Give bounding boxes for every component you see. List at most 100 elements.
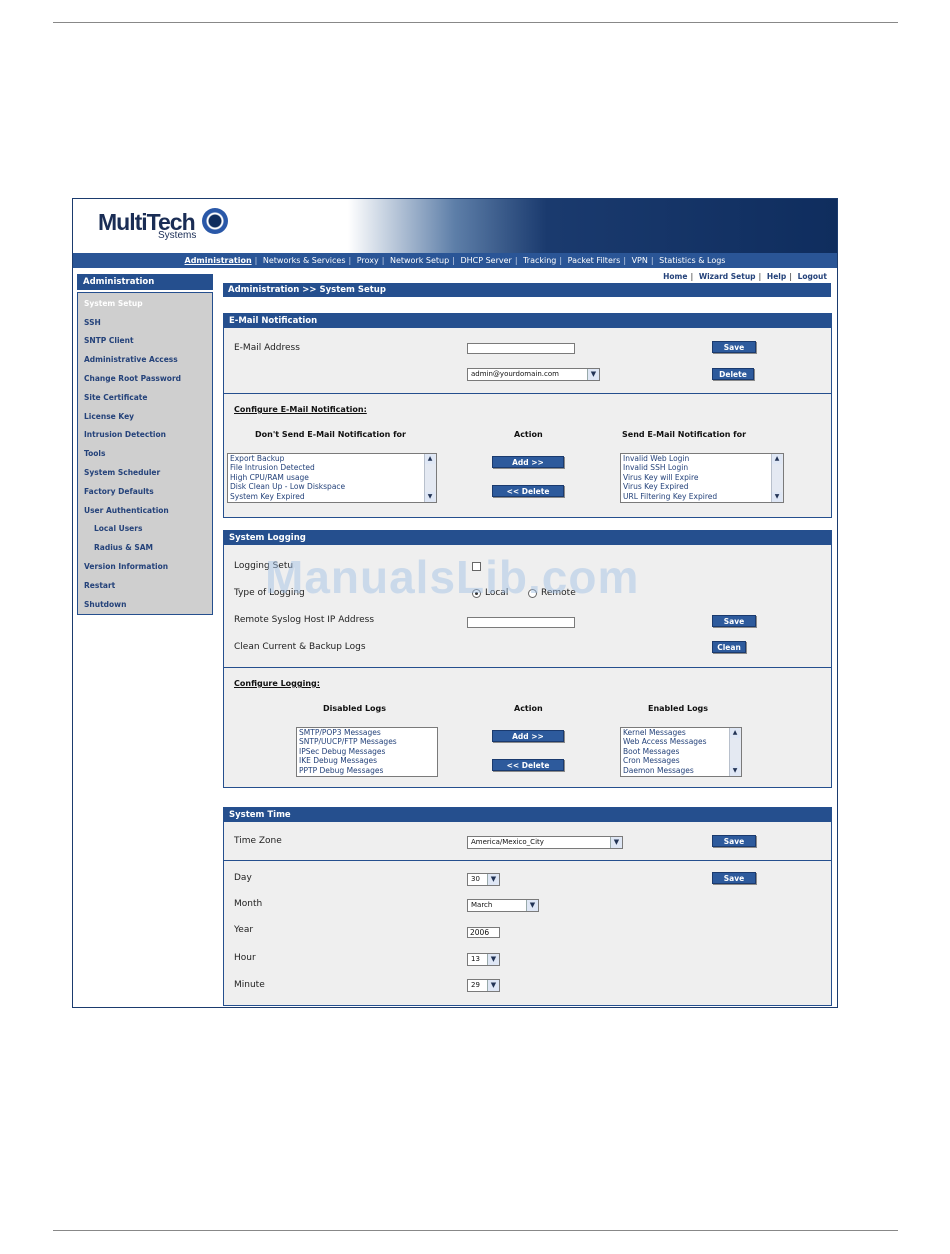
list-item[interactable]: Kernel Messages (621, 728, 741, 737)
nav-tracking[interactable]: Tracking (523, 256, 556, 265)
logging-save-button[interactable]: Save (712, 615, 756, 627)
list-item[interactable]: Daemon Messages (621, 766, 741, 775)
nav-network-setup[interactable]: Network Setup (390, 256, 449, 265)
list-item[interactable]: Web Access Messages (621, 737, 741, 746)
list-item[interactable]: URL Filtering Key Expired (621, 492, 783, 501)
sidebar-item-radius-sam[interactable]: Radius & SAM (94, 543, 153, 552)
remote-host-input[interactable] (467, 617, 575, 628)
clean-logs-button[interactable]: Clean (712, 641, 746, 653)
email-address-input[interactable] (467, 343, 575, 354)
enabled-logs-listbox[interactable]: Kernel Messages Web Access Messages Boot… (620, 727, 742, 777)
list-item[interactable]: High CPU/RAM usage (228, 473, 436, 482)
list-item[interactable]: Virus Key Expired (621, 482, 783, 491)
sidebar-item-tools[interactable]: Tools (84, 449, 105, 458)
year-label: Year (234, 925, 254, 935)
email-save-button[interactable]: Save (712, 341, 756, 353)
nav-networks-services[interactable]: Networks & Services (263, 256, 346, 265)
scroll-up-icon[interactable]: ▲ (425, 454, 435, 464)
list-item[interactable]: SNTP/UUCP/FTP Messages (297, 737, 437, 746)
sidebar-item-factory-defaults[interactable]: Factory Defaults (84, 487, 154, 496)
email-address-select[interactable]: admin@yourdomain.com ▼ (467, 368, 600, 381)
time-panel-divider (224, 860, 831, 861)
list-item[interactable]: IKE Debug Messages (297, 756, 437, 765)
sidebar-item-system-scheduler[interactable]: System Scheduler (84, 468, 160, 477)
sidebar-item-license-key[interactable]: License Key (84, 412, 134, 421)
sidebar-item-shutdown[interactable]: Shutdown (84, 600, 126, 609)
sidebar-item-ssh[interactable]: SSH (84, 318, 101, 327)
scroll-down-icon[interactable]: ▼ (425, 492, 435, 502)
email-delete-button[interactable]: Delete (712, 368, 754, 380)
list-item[interactable]: Export Backup (228, 454, 436, 463)
hour-label: Hour (234, 953, 256, 963)
list-item[interactable]: PPTP Debug Messages (297, 766, 437, 775)
logging-remove-button[interactable]: << Delete (492, 759, 564, 771)
sidebar-item-restart[interactable]: Restart (84, 581, 115, 590)
nav-packet-filters[interactable]: Packet Filters (568, 256, 621, 265)
nav-vpn[interactable]: VPN (632, 256, 648, 265)
date-save-button[interactable]: Save (712, 872, 756, 884)
minute-select[interactable]: 29 ▼ (467, 979, 500, 992)
nav-statistics-logs[interactable]: Statistics & Logs (659, 256, 725, 265)
month-label: Month (234, 899, 263, 909)
system-time-panel: System Time Time Zone America/Mexico_Cit… (223, 807, 832, 1006)
sidebar-item-intrusion-detection[interactable]: Intrusion Detection (84, 430, 166, 439)
email-address-label: E-Mail Address (234, 343, 300, 353)
banner: MultiTech Systems (73, 199, 837, 253)
top-navigation: Administration | Networks & Services | Pro… (73, 253, 837, 268)
email-add-button[interactable]: Add >> (492, 456, 564, 468)
scrollbar[interactable]: ▲ ▼ (729, 728, 741, 776)
logo-subtitle: Systems (158, 230, 197, 241)
scroll-down-icon[interactable]: ▼ (730, 766, 740, 776)
util-help-link[interactable]: Help (767, 272, 786, 281)
sidebar-item-administrative-access[interactable]: Administrative Access (84, 355, 178, 364)
hour-select[interactable]: 13 ▼ (467, 953, 500, 966)
sidebar: System Setup SSH SNTP Client Administrat… (77, 292, 213, 615)
timezone-select-value: America/Mexico_City (471, 838, 544, 846)
month-select[interactable]: March ▼ (467, 899, 539, 912)
logging-panel-title: System Logging (224, 531, 831, 545)
list-item[interactable]: Virus Key will Expire (621, 473, 783, 482)
list-item[interactable]: Invalid SSH Login (621, 463, 783, 472)
list-item[interactable]: System Key Expired (228, 492, 436, 501)
sidebar-item-change-root-password[interactable]: Change Root Password (84, 374, 181, 383)
disabled-logs-listbox[interactable]: SMTP/POP3 Messages SNTP/UUCP/FTP Message… (296, 727, 438, 777)
logging-add-button[interactable]: Add >> (492, 730, 564, 742)
year-input[interactable]: 2006 (467, 927, 500, 938)
sidebar-item-user-authentication[interactable]: User Authentication (84, 506, 169, 515)
list-item[interactable]: Invalid Web Login (621, 454, 783, 463)
scroll-down-icon[interactable]: ▼ (772, 492, 782, 502)
list-item[interactable]: Cron Messages (621, 756, 741, 765)
list-item[interactable]: Boot Messages (621, 747, 741, 756)
timezone-select[interactable]: America/Mexico_City ▼ (467, 836, 623, 849)
util-logout-link[interactable]: Logout (798, 272, 827, 281)
scroll-up-icon[interactable]: ▲ (772, 454, 782, 464)
timezone-save-button[interactable]: Save (712, 835, 756, 847)
send-header: Send E-Mail Notification for (622, 430, 747, 439)
scroll-up-icon[interactable]: ▲ (730, 728, 740, 738)
email-remove-button[interactable]: << Delete (492, 485, 564, 497)
list-item[interactable]: Disk Clean Up - Low Diskspace (228, 482, 436, 491)
util-home-link[interactable]: Home (663, 272, 687, 281)
scrollbar[interactable]: ▲ ▼ (771, 454, 783, 502)
chevron-down-icon: ▼ (487, 874, 499, 885)
day-select[interactable]: 30 ▼ (467, 873, 500, 886)
breadcrumb: Administration >> System Setup (223, 283, 831, 297)
sidebar-item-sntp-client[interactable]: SNTP Client (84, 336, 134, 345)
email-address-select-value: admin@yourdomain.com (471, 370, 559, 378)
sidebar-item-version-information[interactable]: Version Information (84, 562, 168, 571)
sidebar-item-site-certificate[interactable]: Site Certificate (84, 393, 147, 402)
list-item[interactable]: IPSec Debug Messages (297, 747, 437, 756)
sidebar-item-system-setup[interactable]: System Setup (84, 299, 143, 308)
time-panel-title: System Time (224, 808, 831, 822)
util-wizard-setup-link[interactable]: Wizard Setup (699, 272, 756, 281)
nav-dhcp-server[interactable]: DHCP Server (460, 256, 511, 265)
send-listbox[interactable]: Invalid Web Login Invalid SSH Login Viru… (620, 453, 784, 503)
list-item[interactable]: File Intrusion Detected (228, 463, 436, 472)
dont-send-listbox[interactable]: Export Backup File Intrusion Detected Hi… (227, 453, 437, 503)
nav-administration[interactable]: Administration (185, 256, 252, 265)
list-item[interactable]: SMTP/POP3 Messages (297, 728, 437, 737)
chevron-down-icon: ▼ (610, 837, 622, 848)
nav-proxy[interactable]: Proxy (357, 256, 379, 265)
sidebar-item-local-users[interactable]: Local Users (94, 524, 142, 533)
scrollbar[interactable]: ▲ ▼ (424, 454, 436, 502)
